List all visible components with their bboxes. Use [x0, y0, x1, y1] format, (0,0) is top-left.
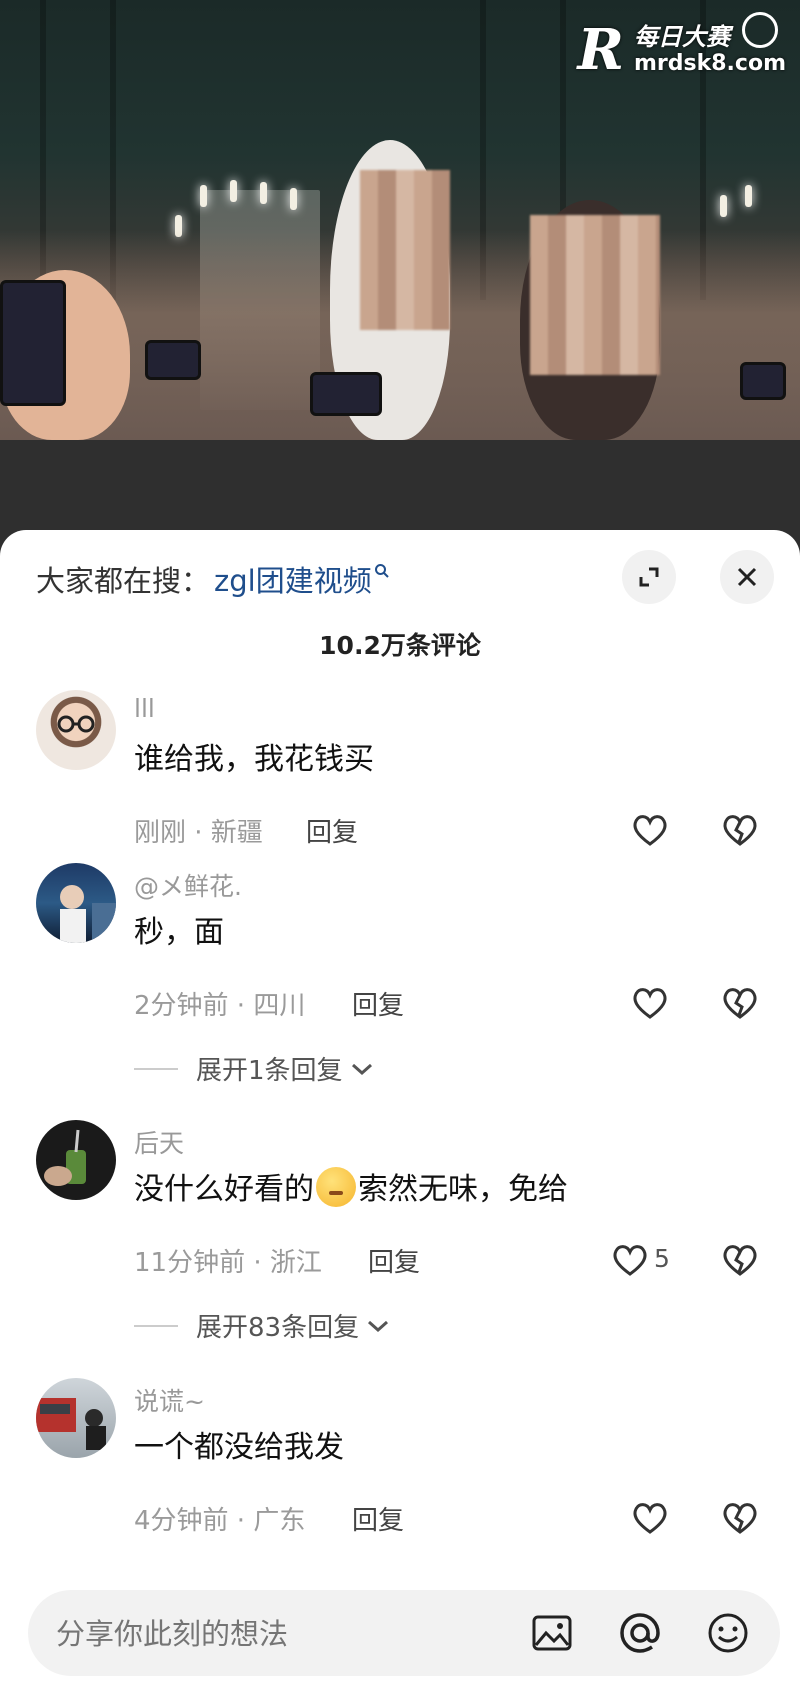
candle	[200, 185, 207, 207]
comment-text: 谁给我，我花钱买	[134, 742, 374, 777]
mention-icon[interactable]	[618, 1611, 662, 1655]
reply-button[interactable]: 回复	[352, 1500, 404, 1537]
comment-username[interactable]: @メ鲜花.	[134, 867, 242, 903]
comment-text-part: 没什么好看的	[134, 1172, 314, 1207]
like-icon[interactable]	[630, 983, 670, 1023]
video-bottom-area	[0, 440, 800, 530]
expand-replies-button[interactable]: 展开1条回复	[134, 1050, 375, 1087]
comment-input[interactable]	[54, 1590, 458, 1678]
avatar[interactable]	[36, 1120, 116, 1200]
comment-text-part: 索然无味，免给	[358, 1172, 568, 1207]
avatar[interactable]	[36, 1378, 116, 1458]
comment-meta: 2分钟前 · 四川	[134, 991, 306, 1021]
comment-sheet: 大家都在搜： zgl团建视频 10.2万条评论 lll 谁给我，我花钱买 刚刚 …	[0, 530, 800, 1690]
watermark: R 每日大赛 mrdsk8.com	[577, 12, 786, 83]
trending-keyword[interactable]: zgl团建视频	[214, 558, 372, 600]
comment-text: 秒，面	[134, 915, 224, 950]
like-icon[interactable]	[630, 1498, 670, 1538]
divider	[134, 1324, 178, 1327]
watermark-url: mrdsk8.com	[634, 51, 786, 77]
reply-button[interactable]: 回复	[352, 985, 404, 1022]
avatar[interactable]	[36, 863, 116, 943]
candle	[720, 195, 727, 217]
phone	[0, 280, 66, 406]
search-icon	[374, 563, 390, 583]
dislike-icon[interactable]	[720, 1498, 760, 1538]
privacy-blur	[360, 170, 450, 330]
yawn-emoji-icon	[316, 1167, 356, 1207]
reply-button[interactable]: 回复	[306, 812, 358, 849]
candle	[230, 180, 237, 202]
comment-text: 一个都没给我发	[134, 1430, 344, 1465]
divider	[134, 1067, 178, 1070]
comment-username[interactable]: 说谎~	[134, 1382, 205, 1418]
close-icon[interactable]	[720, 550, 774, 604]
comment-username[interactable]: 后天	[134, 1124, 184, 1160]
comment-count: 10.2万条评论	[319, 631, 481, 660]
comment-text: 没什么好看的 索然无味，免给	[134, 1164, 568, 1208]
chevron-down-icon	[351, 1063, 372, 1075]
like-icon[interactable]	[630, 810, 670, 850]
phone	[310, 372, 382, 416]
phone	[740, 362, 786, 400]
trending-search[interactable]: 大家都在搜： zgl团建视频	[36, 558, 390, 600]
candle	[290, 188, 297, 210]
watermark-logo: R	[577, 17, 624, 83]
image-icon[interactable]	[530, 1611, 574, 1655]
watermark-search-icon	[742, 12, 778, 48]
dislike-icon[interactable]	[720, 810, 760, 850]
reply-button[interactable]: 回复	[368, 1242, 420, 1279]
expand-replies-label: 展开1条回复	[196, 1056, 343, 1086]
expand-replies-button[interactable]: 展开83条回复	[134, 1307, 391, 1344]
candle	[745, 185, 752, 207]
candle	[260, 182, 267, 204]
expand-replies-label: 展开83条回复	[196, 1313, 360, 1343]
comment-meta: 4分钟前 · 广东	[134, 1506, 306, 1536]
avatar[interactable]	[36, 690, 116, 770]
chevron-down-icon	[368, 1320, 389, 1332]
comment-meta: 11分钟前 · 浙江	[134, 1248, 322, 1278]
trending-prefix: 大家都在搜：	[36, 564, 211, 598]
dislike-icon[interactable]	[720, 1240, 760, 1280]
dislike-icon[interactable]	[720, 983, 760, 1023]
comment-username[interactable]: lll	[134, 694, 155, 723]
like-icon[interactable]	[610, 1240, 650, 1280]
comment-meta: 刚刚 · 新疆	[134, 818, 263, 848]
phone	[145, 340, 201, 380]
expand-icon[interactable]	[622, 550, 676, 604]
privacy-blur	[530, 215, 660, 375]
comment-input-bar	[28, 1590, 780, 1678]
like-count: 5	[654, 1244, 670, 1273]
emoji-icon[interactable]	[706, 1611, 750, 1655]
